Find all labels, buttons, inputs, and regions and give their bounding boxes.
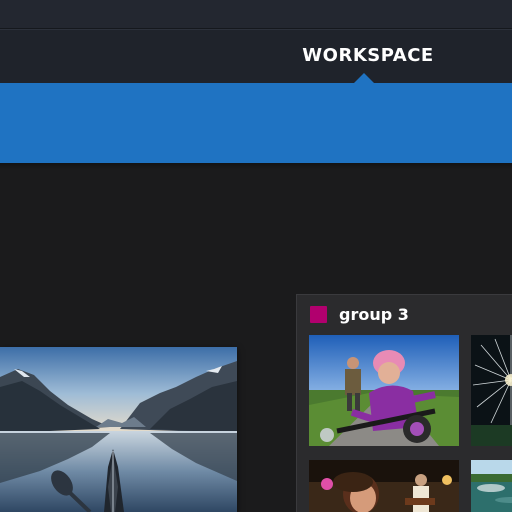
group-thumbnail[interactable] [309,335,459,446]
group-color-swatch[interactable] [310,305,327,323]
group-title: group 3 [339,304,409,324]
group-thumbnail[interactable] [471,460,512,512]
concert-crowd-photo [309,460,459,512]
fireworks-photo [471,335,512,446]
group-thumbnail[interactable] [309,460,459,512]
fjord-kayak-photo [0,347,237,512]
workspace-app: WORKSPACE group 3 [0,0,512,512]
active-tab-caret-icon [354,73,374,83]
nav-bar: WORKSPACE [0,29,512,84]
header-banner [0,83,512,163]
tab-workspace-label: WORKSPACE [302,45,434,66]
group-header: group 3 [297,295,512,333]
waterfront-photo [471,460,512,512]
group-thumbnail[interactable] [471,335,512,446]
photo-card-fjord[interactable] [0,347,237,512]
group-panel[interactable]: group 3 [296,294,512,512]
girl-on-bike-photo [309,335,459,446]
top-strip [0,0,512,29]
